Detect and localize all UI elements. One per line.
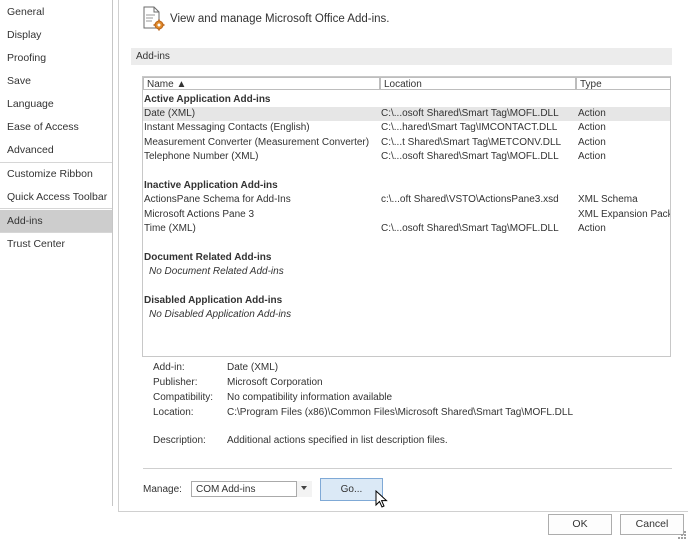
nav-item-general[interactable]: General: [0, 1, 112, 23]
go-button[interactable]: Go...: [320, 478, 383, 501]
row-name: Date (XML): [144, 108, 196, 119]
row-location: C:\...t Shared\Smart Tag\METCONV.DLL: [381, 137, 562, 148]
group-header-inactive: Inactive Application Add-ins: [144, 180, 278, 191]
row-type: Action: [578, 122, 606, 133]
nav-item-ease-of-access[interactable]: Ease of Access: [0, 116, 112, 138]
detail-label-addin: Add-in:: [153, 362, 185, 373]
row-name: ActionsPane Schema for Add-Ins: [144, 194, 291, 205]
nav-item-trust-center[interactable]: Trust Center: [0, 233, 112, 255]
group-header-document: Document Related Add-ins: [144, 252, 272, 263]
detail-value-compatibility: No compatibility information available: [227, 392, 393, 403]
detail-value-location: C:\Program Files (x86)\Common Files\Micr…: [227, 407, 574, 418]
nav-item-save[interactable]: Save: [0, 70, 112, 92]
table-row[interactable]: Instant Messaging Contacts (English) C:\…: [143, 121, 670, 135]
table-row[interactable]: Time (XML) C:\...osoft Shared\Smart Tag\…: [143, 222, 670, 236]
detail-value-addin: Date (XML): [227, 362, 279, 373]
group-header-disabled: Disabled Application Add-ins: [144, 295, 283, 306]
ok-button[interactable]: OK: [548, 514, 612, 535]
row-name: Instant Messaging Contacts (English): [144, 122, 310, 133]
cancel-button[interactable]: Cancel: [620, 514, 684, 535]
row-type: XML Schema: [578, 194, 638, 205]
detail-value-description: Additional actions specified in list des…: [227, 435, 448, 446]
detail-value-publisher: Microsoft Corporation: [227, 377, 323, 388]
addins-gear-icon: [142, 6, 166, 32]
row-name: Measurement Converter (Measurement Conve…: [144, 137, 370, 148]
nav-divider: [0, 208, 112, 209]
table-row[interactable]: Measurement Converter (Measurement Conve…: [143, 136, 670, 150]
table-row[interactable]: Telephone Number (XML) C:\...osoft Share…: [143, 150, 670, 164]
detail-label-location: Location:: [153, 407, 194, 418]
nav-item-quick-access-toolbar[interactable]: Quick Access Toolbar: [0, 186, 112, 208]
row-type: Action: [578, 151, 606, 162]
row-location: C:\...hared\Smart Tag\IMCONTACT.DLL: [381, 122, 558, 133]
empty-message: No Document Related Add-ins: [149, 266, 284, 277]
nav-item-language[interactable]: Language: [0, 93, 112, 115]
nav-item-add-ins[interactable]: Add-ins: [0, 210, 112, 232]
manage-dropdown-value: COM Add-ins: [196, 484, 256, 495]
detail-label-description: Description:: [153, 435, 206, 446]
nav-item-customize-ribbon[interactable]: Customize Ribbon: [0, 163, 112, 185]
detail-label-compatibility: Compatibility:: [153, 392, 214, 403]
row-name: Microsoft Actions Pane 3: [144, 209, 255, 220]
resize-grip-icon[interactable]: [677, 530, 687, 540]
header-title: View and manage Microsoft Office Add-ins…: [170, 13, 390, 25]
divider: [143, 468, 672, 469]
row-location: C:\...osoft Shared\Smart Tag\MOFL.DLL: [381, 108, 559, 119]
mouse-cursor-icon: [375, 489, 389, 510]
table-row[interactable]: ActionsPane Schema for Add-Ins c:\...oft…: [143, 193, 670, 207]
row-name: Telephone Number (XML): [144, 151, 259, 162]
section-title: Add-ins: [136, 51, 170, 62]
nav-item-advanced[interactable]: Advanced: [0, 139, 112, 161]
table-row[interactable]: Date (XML) C:\...osoft Shared\Smart Tag\…: [143, 107, 670, 121]
column-header-type[interactable]: Type: [576, 77, 671, 90]
nav-item-proofing[interactable]: Proofing: [0, 47, 112, 69]
table-row[interactable]: Microsoft Actions Pane 3 XML Expansion P…: [143, 208, 670, 222]
row-location: c:\...oft Shared\VSTO\ActionsPane3.xsd: [381, 194, 559, 205]
group-header-active: Active Application Add-ins: [144, 94, 271, 105]
section-header-bar: [131, 48, 672, 65]
row-type: Action: [578, 108, 606, 119]
empty-message: No Disabled Application Add-ins: [149, 309, 292, 320]
dropdown-arrow-icon[interactable]: [296, 481, 312, 497]
detail-label-publisher: Publisher:: [153, 377, 198, 388]
nav-item-display[interactable]: Display: [0, 24, 112, 46]
row-type: XML Expansion Pack: [578, 209, 670, 220]
row-type: Action: [578, 137, 606, 148]
column-header-location[interactable]: Location: [380, 77, 576, 90]
row-location: C:\...osoft Shared\Smart Tag\MOFL.DLL: [381, 223, 559, 234]
column-header-name[interactable]: Name ▲: [143, 77, 380, 90]
row-location: C:\...osoft Shared\Smart Tag\MOFL.DLL: [381, 151, 559, 162]
row-type: Action: [578, 223, 606, 234]
row-name: Time (XML): [144, 223, 196, 234]
manage-label: Manage:: [143, 484, 182, 495]
